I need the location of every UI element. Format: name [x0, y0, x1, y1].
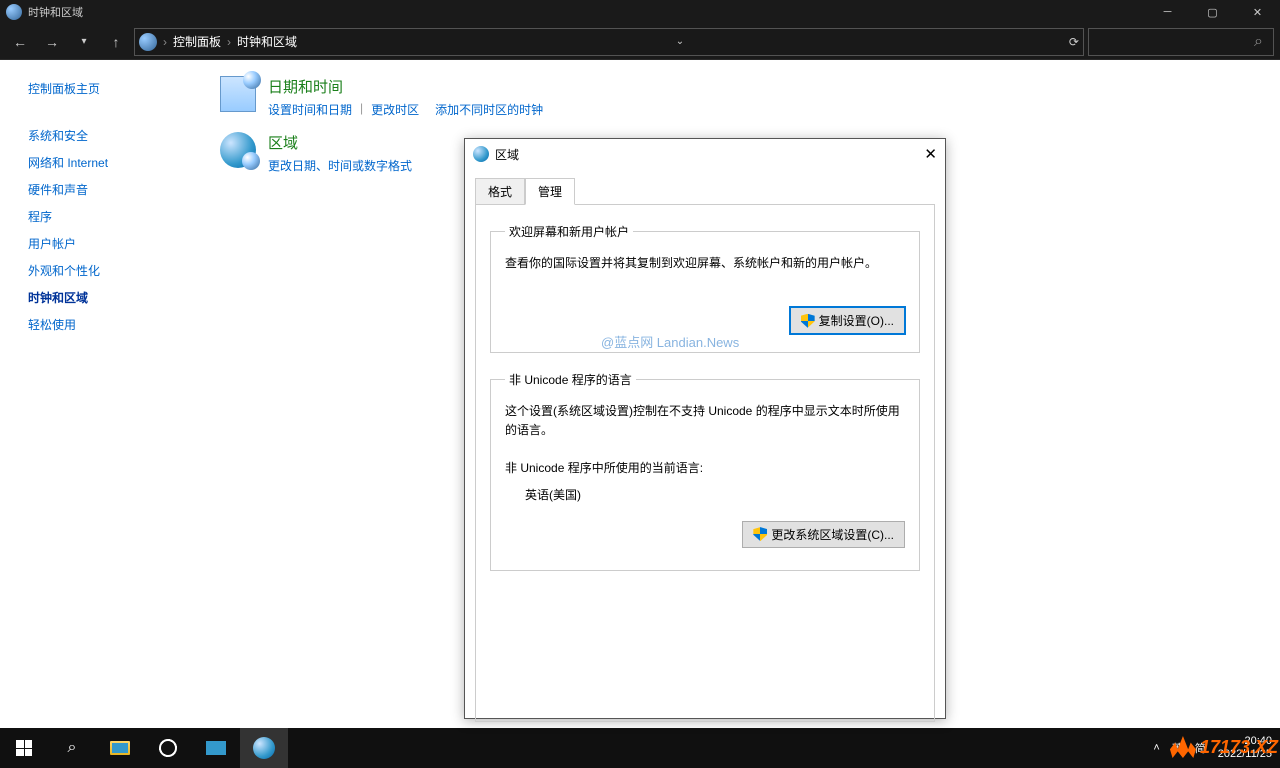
taskbar: ⌕ ˄ 英 简 20:40 2022/11/25 — [0, 728, 1280, 768]
explorer-button[interactable] — [96, 728, 144, 768]
nonunicode-legend: 非 Unicode 程序的语言 — [505, 371, 636, 388]
nonunicode-fieldset: 非 Unicode 程序的语言 这个设置(系统区域设置)控制在不支持 Unico… — [490, 371, 920, 570]
sidebar-item-hardware[interactable]: 硬件和声音 — [28, 181, 200, 198]
tab-panel: 欢迎屏幕和新用户帐户 查看你的国际设置并将其复制到欢迎屏幕、系统帐户和新的用户帐… — [475, 204, 935, 722]
tray-expand[interactable]: ˄ — [1153, 742, 1159, 754]
sidebar-header[interactable]: 控制面板主页 — [28, 80, 200, 97]
welcome-desc: 查看你的国际设置并将其复制到欢迎屏幕、系统帐户和新的用户帐户。 — [505, 254, 905, 273]
address-bar[interactable]: › 控制面板 › 时钟和区域 ⌄ ⟳ — [134, 28, 1084, 56]
dialog-titlebar[interactable]: 区域 ✕ — [465, 139, 945, 169]
dialog-close-button[interactable]: ✕ — [924, 145, 937, 163]
search-icon: ⌕ — [1254, 33, 1263, 51]
recent-dropdown[interactable]: ▾ — [70, 28, 98, 56]
watermark-brand: 17173.XZ — [1170, 736, 1278, 758]
app-icon — [6, 4, 22, 20]
link-set-time[interactable]: 设置时间和日期 — [268, 101, 352, 118]
sidebar-item-programs[interactable]: 程序 — [28, 208, 200, 225]
region-dialog: 区域 ✕ 格式 管理 欢迎屏幕和新用户帐户 查看你的国际设置并将其复制到欢迎屏幕… — [464, 138, 946, 719]
taskbar-app-1[interactable] — [192, 728, 240, 768]
link-add-clocks[interactable]: 添加不同时区的时钟 — [435, 101, 543, 118]
address-dropdown[interactable]: ⌄ — [676, 36, 684, 47]
refresh-button[interactable]: ⟳ — [1069, 35, 1079, 49]
watermark: @蓝点网 Landian.News — [601, 332, 739, 351]
category-datetime[interactable]: 日期和时间 — [268, 76, 543, 97]
welcome-fieldset: 欢迎屏幕和新用户帐户 查看你的国际设置并将其复制到欢迎屏幕、系统帐户和新的用户帐… — [490, 223, 920, 353]
search-input[interactable]: ⌕ — [1088, 28, 1274, 56]
globe-icon — [139, 33, 157, 51]
sidebar: 控制面板主页 系统和安全 网络和 Internet 硬件和声音 程序 用户帐户 … — [0, 60, 200, 728]
shield-icon — [801, 314, 815, 328]
close-button[interactable]: ✕ — [1235, 0, 1280, 24]
minimize-button[interactable]: ─ — [1145, 0, 1190, 24]
start-button[interactable] — [0, 728, 48, 768]
sidebar-item-clock[interactable]: 时钟和区域 — [28, 289, 200, 306]
back-button[interactable]: ← — [6, 28, 34, 56]
taskbar-app-region[interactable] — [240, 728, 288, 768]
region-icon — [220, 132, 256, 168]
current-lang-value: 英语(美国) — [505, 486, 905, 503]
tab-admin[interactable]: 管理 — [525, 178, 575, 205]
settings-button[interactable] — [144, 728, 192, 768]
chevron-right-icon: › — [163, 35, 167, 49]
up-button[interactable]: ↑ — [102, 28, 130, 56]
breadcrumb-root[interactable]: 控制面板 — [173, 33, 221, 50]
change-locale-button[interactable]: 更改系统区域设置(C)... — [742, 521, 905, 548]
sidebar-item-system[interactable]: 系统和安全 — [28, 127, 200, 144]
breadcrumb-current[interactable]: 时钟和区域 — [237, 33, 297, 50]
sidebar-item-ease[interactable]: 轻松使用 — [28, 316, 200, 333]
nonunicode-desc: 这个设置(系统区域设置)控制在不支持 Unicode 的程序中显示文本时所使用的… — [505, 402, 905, 440]
shield-icon — [753, 527, 767, 541]
tab-formats[interactable]: 格式 — [475, 178, 525, 205]
current-lang-label: 非 Unicode 程序中所使用的当前语言: — [505, 459, 905, 476]
sidebar-item-network[interactable]: 网络和 Internet — [28, 154, 200, 171]
globe-icon — [473, 146, 489, 162]
chevron-right-icon: › — [227, 35, 231, 49]
link-change-tz[interactable]: 更改时区 — [371, 101, 419, 118]
welcome-legend: 欢迎屏幕和新用户帐户 — [505, 223, 633, 240]
sidebar-item-appearance[interactable]: 外观和个性化 — [28, 262, 200, 279]
sidebar-item-accounts[interactable]: 用户帐户 — [28, 235, 200, 252]
copy-settings-button[interactable]: 复制设置(O)... — [790, 307, 905, 334]
calendar-clock-icon — [220, 76, 256, 112]
search-button[interactable]: ⌕ — [48, 728, 96, 768]
brand-logo-icon — [1170, 736, 1196, 758]
window-titlebar: 时钟和区域 ─ ▢ ✕ — [0, 0, 1280, 24]
forward-button[interactable]: → — [38, 28, 66, 56]
dialog-title: 区域 — [495, 146, 519, 163]
nav-toolbar: ← → ▾ ↑ › 控制面板 › 时钟和区域 ⌄ ⟳ ⌕ — [0, 24, 1280, 60]
window-title: 时钟和区域 — [28, 4, 83, 20]
category-region[interactable]: 区域 — [268, 132, 412, 153]
link-change-formats[interactable]: 更改日期、时间或数字格式 — [268, 157, 412, 174]
maximize-button[interactable]: ▢ — [1190, 0, 1235, 24]
